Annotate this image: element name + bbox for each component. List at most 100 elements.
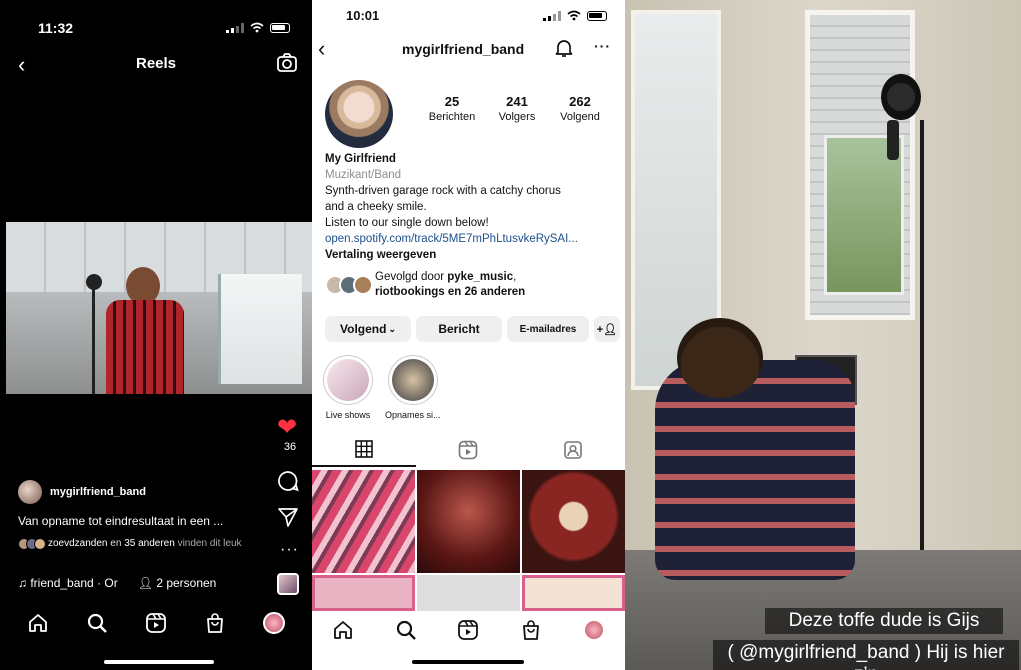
more-icon[interactable]: ···: [594, 38, 611, 54]
photo-person-body: [655, 360, 855, 580]
liker-name[interactable]: zoevdzanden: [48, 538, 108, 549]
stat-followers-label: Volgers: [498, 111, 536, 123]
profile-handle: mygirlfriend_band: [402, 41, 525, 57]
highlight-label: Opnames si...: [385, 410, 441, 420]
shop-icon[interactable]: [204, 612, 226, 634]
stat-posts-label: Berichten: [428, 111, 476, 123]
heart-icon[interactable]: ❤: [277, 413, 297, 442]
photo-window-blinds: [805, 10, 915, 320]
stat-following[interactable]: 262 Volgend: [552, 94, 608, 123]
profile-tab-avatar[interactable]: [582, 619, 605, 641]
highlight-cover: [323, 355, 373, 405]
bell-icon[interactable]: [555, 38, 573, 58]
signal-icon: [226, 22, 244, 33]
profile-bio: My Girlfriend Muzikant/Band Synth-driven…: [325, 151, 620, 263]
liked-by[interactable]: zoevdzanden en 35 anderen vinden dit leu…: [18, 538, 268, 550]
photo-pop-filter: [881, 74, 921, 120]
video-person-body: [106, 300, 184, 394]
reel-caption[interactable]: Van opname tot eindresultaat in een ...: [18, 514, 268, 528]
status-time: 10:01: [346, 8, 380, 23]
shop-icon[interactable]: [520, 619, 542, 641]
followed-by[interactable]: Gevolgd door pyke_music, riotbookings en…: [325, 270, 525, 300]
highlight-recordings[interactable]: Opnames si...: [385, 355, 441, 420]
following-label: Volgend: [340, 322, 387, 336]
reels-screen: 11:32 ‹ Reels ❤ 36 ··· mygirlfriend_band…: [0, 0, 312, 670]
reel-video[interactable]: [6, 222, 312, 394]
translate-link[interactable]: Vertaling weergeven: [325, 247, 620, 263]
stat-following-label: Volgend: [560, 111, 600, 123]
tagged-icon[interactable]: [563, 440, 583, 460]
send-icon[interactable]: [277, 506, 299, 528]
story-caption-line-2: ( @mygirlfriend_band ) Hij is hier z’n: [713, 640, 1019, 670]
more-icon[interactable]: ···: [280, 541, 299, 559]
status-time: 11:32: [38, 20, 74, 36]
battery-icon: [587, 10, 607, 21]
search-icon[interactable]: [86, 612, 108, 634]
video-microphone: [86, 274, 102, 290]
home-indicator: [104, 660, 214, 664]
post-thumbnail[interactable]: [312, 470, 415, 573]
followed-by-text: Gevolgd door pyke_music, riotbookings en…: [375, 271, 526, 298]
like-count: 36: [283, 441, 297, 453]
page-title: Reels: [135, 55, 177, 72]
follower-name-1[interactable]: pyke_music: [447, 271, 513, 283]
wifi-icon: [567, 10, 581, 21]
tagged-people[interactable]: 👤︎ 2 personen: [138, 576, 217, 590]
profile-picture[interactable]: [325, 80, 393, 148]
stat-posts[interactable]: 25 Berichten: [422, 94, 482, 123]
bio-link[interactable]: open.spotify.com/track/5ME7mPhLtusvkeRyS…: [325, 231, 620, 247]
bio-line-2: and a cheeky smile.: [325, 201, 427, 213]
follower-name-2[interactable]: riotbookings: [375, 286, 445, 298]
reels-icon[interactable]: [457, 619, 479, 641]
stat-followers[interactable]: 241 Volgers: [490, 94, 544, 123]
following-button[interactable]: Volgend ⌄: [325, 316, 411, 342]
stat-posts-count: 25: [444, 94, 460, 109]
comment-icon[interactable]: [277, 470, 299, 492]
back-icon[interactable]: ‹: [318, 36, 325, 62]
wifi-icon: [250, 22, 264, 33]
add-user-icon[interactable]: +👤︎: [594, 316, 620, 342]
reels-icon[interactable]: [458, 440, 478, 460]
post-thumbnail[interactable]: [522, 470, 625, 573]
audio-thumbnail[interactable]: [277, 573, 299, 595]
message-button[interactable]: Bericht: [416, 316, 502, 342]
story-caption-line-1: Deze toffe dude is Gijs: [765, 608, 1003, 634]
liker-others[interactable]: 35 anderen: [124, 538, 175, 549]
email-button[interactable]: E-mailadres: [507, 316, 589, 342]
audio-row[interactable]: ♫ friend_band · Or 👤︎ 2 personen: [18, 576, 216, 590]
post-thumbnail[interactable]: [417, 470, 520, 573]
camera-icon[interactable]: [276, 52, 298, 74]
liked-by-suffix: vinden dit leuk: [177, 538, 242, 549]
liked-by-conj: en: [110, 538, 122, 549]
post-thumbnail[interactable]: [312, 575, 415, 611]
avatar[interactable]: [18, 480, 42, 504]
grid-icon[interactable]: [354, 440, 373, 458]
profile-tab-avatar[interactable]: [263, 612, 286, 634]
post-thumbnail[interactable]: [417, 575, 520, 611]
status-icons: [226, 22, 290, 33]
followed-by-suffix[interactable]: en 26 anderen: [448, 286, 525, 298]
author-name[interactable]: mygirlfriend_band: [50, 486, 146, 498]
post-grid: [312, 470, 625, 611]
search-icon[interactable]: [395, 619, 417, 641]
profile-name: My Girlfriend: [325, 153, 396, 165]
audio-track[interactable]: ♫ friend_band · Or: [18, 576, 118, 590]
reels-icon[interactable]: [145, 612, 167, 634]
story-photo: Deze toffe dude is Gijs ( @mygirlfriend_…: [625, 0, 1021, 670]
photo-person-head: [677, 318, 763, 398]
tagged-people-label: 2 personen: [156, 576, 217, 590]
active-tab-indicator: [312, 465, 416, 467]
chevron-down-icon: ⌄: [388, 323, 396, 334]
highlight-live-shows[interactable]: Live shows: [323, 355, 373, 420]
highlight-label: Live shows: [325, 410, 371, 420]
bio-line-1: Synth-driven garage rock with a catchy c…: [325, 185, 561, 197]
profile-actions: Volgend ⌄ Bericht E-mailadres +👤︎: [325, 316, 620, 342]
home-icon[interactable]: [27, 612, 49, 634]
author-row[interactable]: mygirlfriend_band: [18, 480, 146, 504]
person-icon: 👤︎: [137, 576, 157, 590]
home-icon[interactable]: [332, 619, 354, 641]
post-thumbnail[interactable]: [522, 575, 625, 611]
battery-icon: [270, 22, 290, 33]
video-window: [218, 274, 302, 384]
profile-tabs: [312, 440, 625, 460]
